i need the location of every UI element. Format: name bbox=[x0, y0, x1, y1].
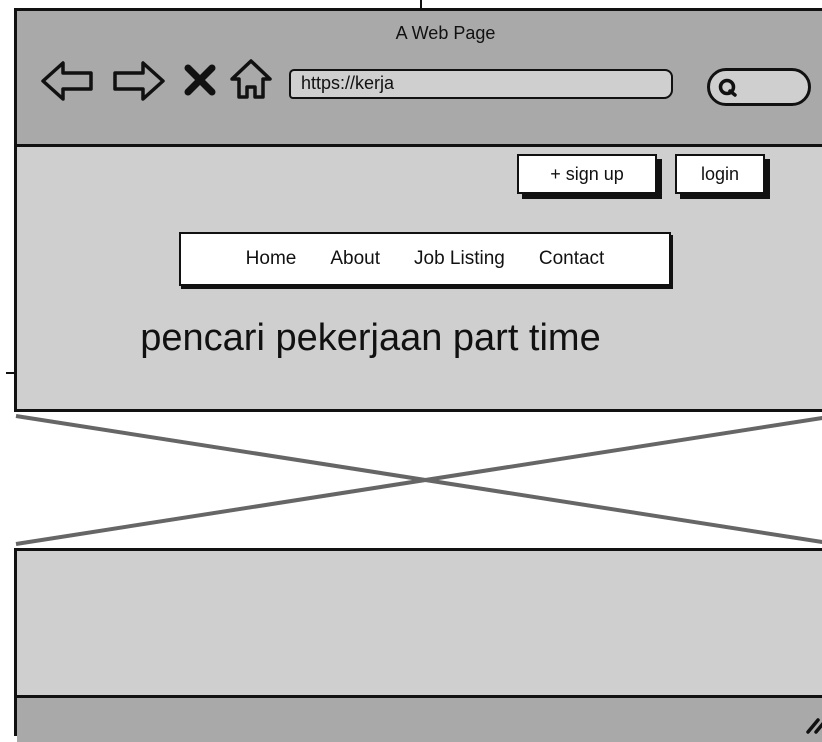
main-menu: Home About Job Listing Contact bbox=[179, 232, 671, 286]
frame-tick bbox=[6, 372, 14, 374]
frame-tick bbox=[420, 0, 422, 8]
page-headline: pencari pekerjaan part time bbox=[140, 317, 601, 359]
menu-item-contact[interactable]: Contact bbox=[539, 248, 604, 270]
forward-arrow-icon[interactable] bbox=[109, 55, 167, 110]
address-bar[interactable]: https://kerja bbox=[289, 69, 673, 99]
menu-item-job-listing[interactable]: Job Listing bbox=[414, 248, 505, 270]
back-arrow-icon[interactable] bbox=[39, 55, 97, 110]
close-x-icon[interactable] bbox=[183, 63, 217, 102]
browser-toolbar: A Web Page https://kerja bbox=[17, 11, 822, 147]
image-placeholder bbox=[14, 409, 822, 551]
resize-handle-icon[interactable] bbox=[802, 714, 822, 734]
search-box[interactable] bbox=[707, 68, 811, 106]
browser-window: A Web Page https://kerja + sign up login… bbox=[14, 8, 822, 742]
home-icon[interactable] bbox=[229, 57, 273, 106]
status-bar bbox=[17, 695, 822, 742]
signup-button[interactable]: + sign up bbox=[517, 154, 657, 194]
search-icon bbox=[718, 78, 737, 97]
login-button[interactable]: login bbox=[675, 154, 765, 194]
menu-item-home[interactable]: Home bbox=[246, 248, 297, 270]
window-title: A Web Page bbox=[395, 23, 496, 43]
menu-item-about[interactable]: About bbox=[330, 248, 380, 270]
